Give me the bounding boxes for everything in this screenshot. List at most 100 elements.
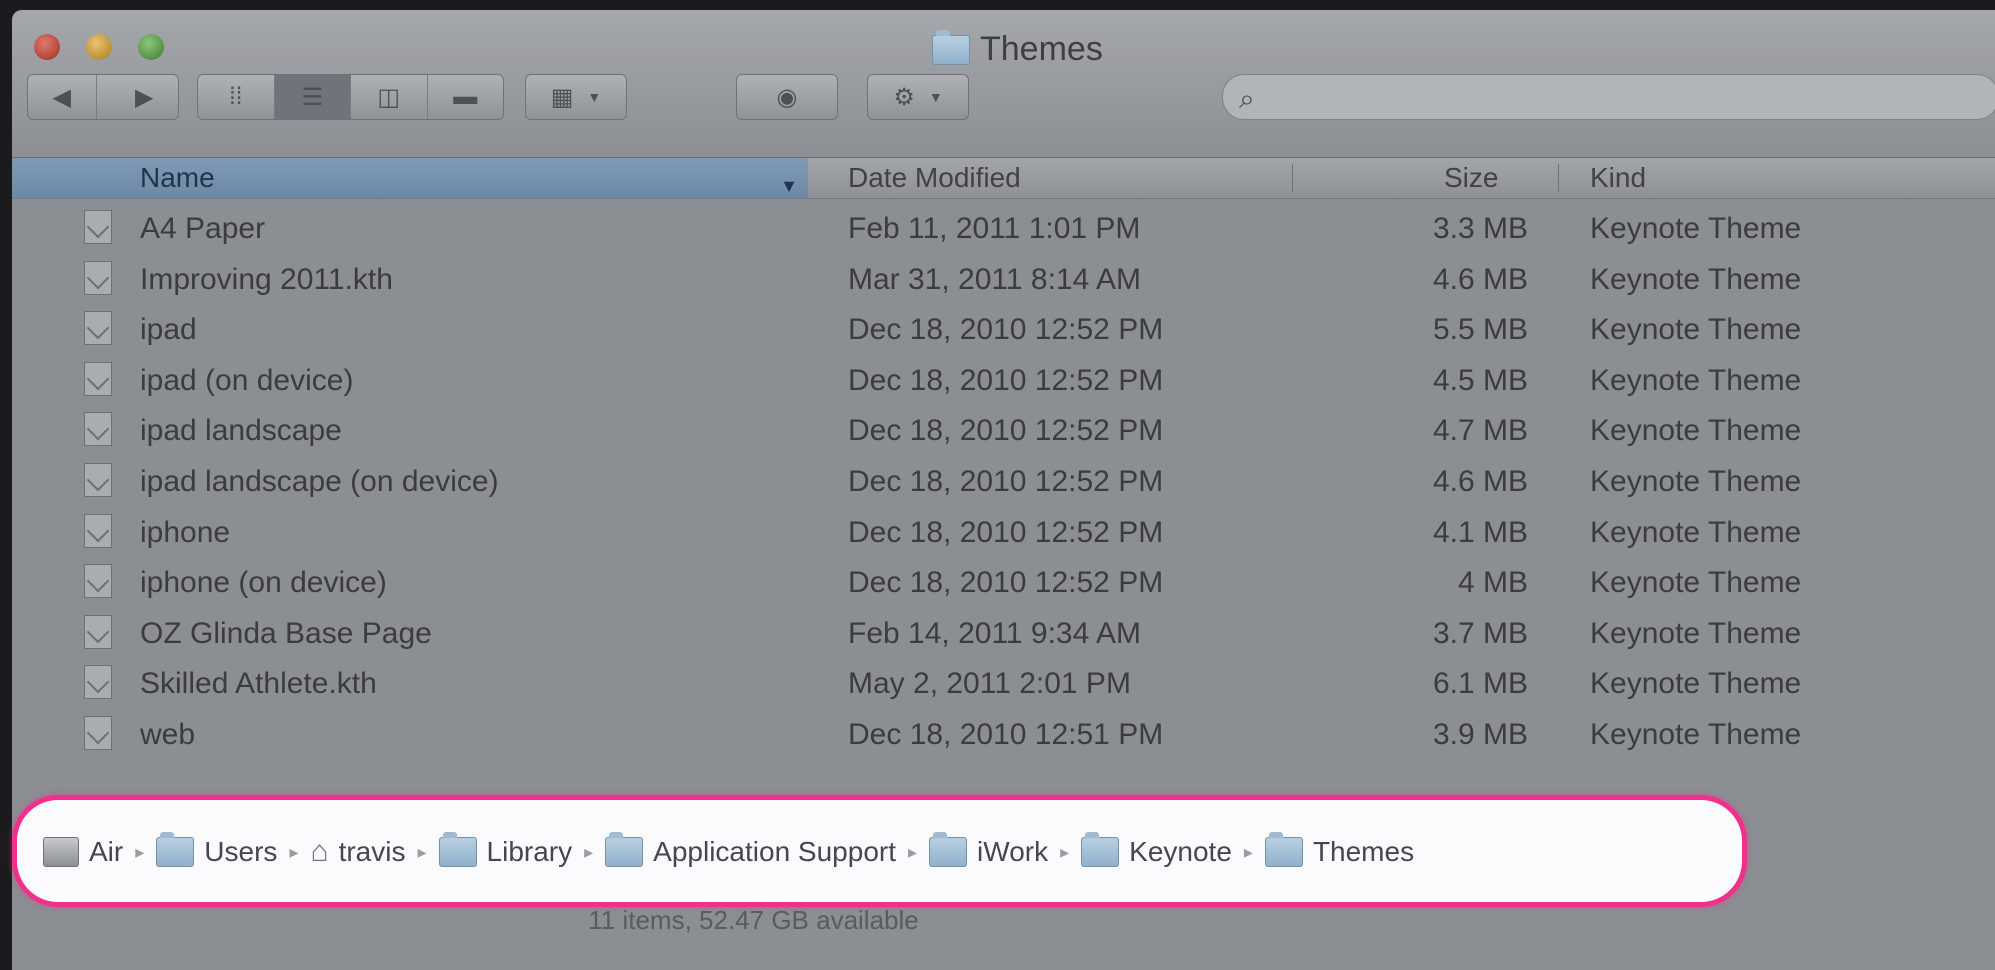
date-column-label: Date Modified (848, 162, 1021, 193)
size-column-header[interactable]: Size (1444, 162, 1498, 194)
folder-icon (605, 832, 644, 867)
chevron-left-icon: ◀ (52, 83, 71, 111)
file-size: 4.1 MB (1432, 515, 1528, 549)
path-separator-icon: ▸ (289, 841, 299, 862)
status-text: 11 items, 52.47 GB available (588, 905, 919, 935)
minimize-button[interactable] (86, 34, 112, 60)
path-item-iwork[interactable]: iWork (929, 832, 1049, 868)
keynote-theme-icon (84, 210, 112, 244)
path-item-label: iWork (977, 836, 1049, 867)
file-name: Improving 2011.kth (140, 262, 393, 296)
file-list: A4 Paper Feb 11, 2011 1:01 PM 3.3 MB Key… (12, 202, 1995, 759)
path-item-label: Library (486, 836, 573, 867)
file-kind: Keynote Theme (1590, 566, 1802, 600)
kind-column-label: Kind (1590, 162, 1647, 193)
file-kind: Keynote Theme (1590, 515, 1802, 549)
table-row[interactable]: web Dec 18, 2010 12:51 PM 3.9 MB Keynote… (12, 708, 1995, 759)
file-date: Dec 18, 2010 12:52 PM (848, 464, 1164, 498)
action-button[interactable]: ⚙ ▼ (867, 74, 969, 120)
path-item-themes[interactable]: Themes (1264, 832, 1415, 868)
icon-view-button[interactable]: ⁞⁞ (198, 75, 275, 119)
keynote-theme-icon (84, 361, 112, 396)
path-separator-icon: ▸ (417, 841, 427, 862)
path-item-travis[interactable]: ⌂ travis (310, 836, 405, 868)
cover-flow-button[interactable]: ▬ (428, 75, 504, 119)
file-date: Feb 11, 2011 1:01 PM (848, 212, 1141, 245)
file-size: 3.9 MB (1432, 717, 1528, 751)
file-name: web (140, 717, 196, 751)
path-item-label: Users (204, 836, 278, 867)
file-kind: Keynote Theme (1590, 464, 1802, 498)
folder-icon (156, 832, 195, 867)
file-name: ipad (on device) (140, 363, 354, 397)
file-date: Feb 14, 2011 9:34 AM (848, 616, 1141, 650)
path-item-keynote[interactable]: Keynote (1081, 832, 1232, 868)
list-view-button[interactable]: ☰ (274, 75, 351, 119)
date-column-header[interactable]: Date Modified (848, 162, 1021, 194)
folder-icon (1264, 832, 1303, 867)
table-row[interactable]: iphone (on device) Dec 18, 2010 12:52 PM… (12, 556, 1995, 607)
column-view-button[interactable]: ◫ (351, 75, 428, 119)
file-date: Dec 18, 2010 12:52 PM (848, 313, 1164, 347)
keynote-theme-icon (84, 715, 112, 750)
table-row[interactable]: ipad landscape (on device) Dec 18, 2010 … (12, 455, 1995, 506)
file-kind: Keynote Theme (1590, 262, 1802, 296)
path-item-users[interactable]: Users (156, 832, 278, 868)
file-size: 4.6 MB (1432, 262, 1528, 296)
keynote-theme-icon (84, 412, 112, 447)
close-button[interactable] (34, 34, 60, 60)
file-size: 6.1 MB (1432, 667, 1528, 701)
keynote-theme-icon (84, 665, 112, 700)
zoom-button[interactable] (138, 34, 164, 60)
file-size: 5.5 MB (1432, 313, 1528, 347)
table-row[interactable]: A4 Paper Feb 11, 2011 1:01 PM 3.3 MB Key… (12, 202, 1995, 253)
search-icon: ⌕ (1239, 83, 1255, 114)
table-row[interactable]: Skilled Athlete.kth May 2, 2011 2:01 PM … (12, 657, 1995, 708)
list-view-icon: ☰ (301, 83, 323, 111)
arrange-button[interactable]: ▦ ▼ (525, 74, 627, 120)
column-divider[interactable] (1558, 164, 1559, 192)
back-forward-control: ◀ ▶ (27, 74, 179, 120)
column-header: Name ▼ Date Modified Size Kind (12, 158, 1995, 199)
icon-view-icon: ⁞⁞ (229, 83, 243, 110)
file-date: Mar 31, 2011 8:14 AM (848, 262, 1141, 296)
table-row[interactable]: iphone Dec 18, 2010 12:52 PM 4.1 MB Keyn… (12, 506, 1995, 557)
path-item-label: Application Support (653, 836, 896, 867)
folder-icon (1081, 832, 1120, 867)
chevron-down-icon: ▼ (928, 89, 943, 105)
file-size: 4 MB (1457, 566, 1528, 600)
path-bar-items: Air ▸ Users ▸ ⌂ travis ▸ Library ▸ Appli… (43, 832, 1722, 872)
table-row[interactable]: ipad (on device) Dec 18, 2010 12:52 PM 4… (12, 354, 1995, 405)
file-name: ipad landscape (140, 414, 342, 448)
path-item-label: Keynote (1129, 836, 1232, 867)
file-kind: Keynote Theme (1590, 616, 1802, 650)
column-view-icon: ◫ (377, 83, 401, 111)
quicklook-button[interactable]: ◉ (736, 74, 838, 120)
size-column-label: Size (1444, 162, 1499, 193)
path-item-library[interactable]: Library (438, 832, 573, 868)
back-button[interactable]: ◀ (28, 75, 97, 119)
keynote-theme-icon (84, 564, 112, 599)
table-row[interactable]: Improving 2011.kth Mar 31, 2011 8:14 AM … (12, 253, 1995, 304)
table-row[interactable]: ipad Dec 18, 2010 12:52 PM 5.5 MB Keynot… (12, 303, 1995, 354)
path-item-application-support[interactable]: Application Support (605, 832, 896, 868)
forward-button[interactable]: ▶ (111, 75, 179, 119)
keynote-theme-icon (84, 311, 112, 346)
column-divider[interactable] (1292, 164, 1293, 192)
titlebar: Themes ◀ ▶ ⁞⁞ ☰ ◫ ▬ ▦ ▼ ◉ ⚙ ▼ ⌕ (12, 10, 1995, 158)
path-separator-icon: ▸ (1060, 841, 1070, 862)
table-row[interactable]: OZ Glinda Base Page Feb 14, 2011 9:34 AM… (12, 607, 1995, 658)
path-item-air[interactable]: Air (43, 836, 123, 868)
path-item-label: Themes (1312, 836, 1415, 867)
view-mode-control: ⁞⁞ ☰ ◫ ▬ (197, 74, 504, 120)
search-field[interactable]: ⌕ (1222, 74, 1995, 120)
name-column-header[interactable]: Name ▼ (12, 158, 808, 198)
file-date: May 2, 2011 2:01 PM (848, 667, 1131, 701)
table-row[interactable]: ipad landscape Dec 18, 2010 12:52 PM 4.7… (12, 404, 1995, 455)
file-date: Dec 18, 2010 12:52 PM (848, 515, 1164, 549)
cover-flow-icon: ▬ (453, 83, 478, 110)
file-name: Skilled Athlete.kth (140, 667, 377, 701)
keynote-theme-icon (84, 614, 112, 649)
kind-column-header[interactable]: Kind (1590, 162, 1646, 194)
keynote-theme-icon (84, 260, 112, 295)
